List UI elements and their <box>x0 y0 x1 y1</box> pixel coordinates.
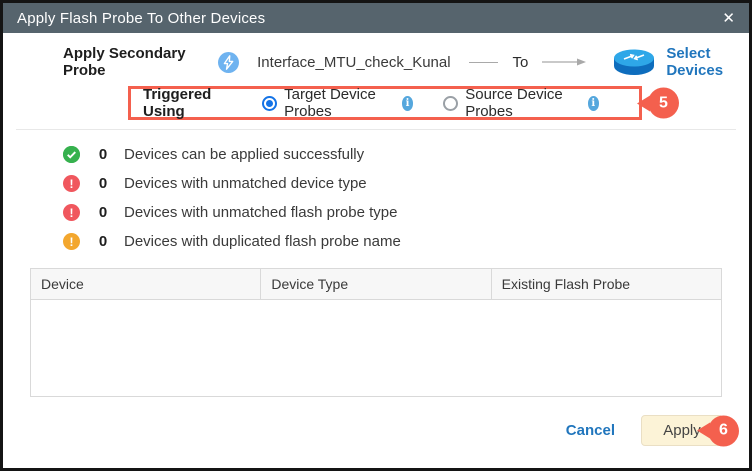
status-row-duplicated-flash-probe-name: ! 0 Devices with duplicated flash probe … <box>63 227 749 256</box>
status-count: 0 <box>98 146 108 163</box>
callout-5-badge: 5 <box>648 87 679 119</box>
radio-label: Source Device Probes <box>465 86 563 120</box>
devices-table-header: Device Device Type Existing Flash Probe <box>31 269 721 300</box>
info-icon[interactable]: i <box>401 95 414 111</box>
cancel-button[interactable]: Cancel <box>566 422 615 439</box>
callout-6-badge: 6 <box>708 415 739 446</box>
success-check-icon <box>63 146 80 163</box>
option-target-device-probes: Target Device Probes i <box>262 86 414 120</box>
info-icon[interactable]: i <box>587 95 599 111</box>
radio-source-device-probes[interactable] <box>443 95 459 111</box>
apply-button-wrap: Apply 6 <box>641 415 739 446</box>
dialog-title: Apply Flash Probe To Other Devices <box>17 9 266 27</box>
to-label: To <box>512 53 529 71</box>
triggered-using-section: Triggered Using Target Device Probes i S… <box>128 86 679 120</box>
status-text: Devices with unmatched flash probe type <box>124 204 398 221</box>
probe-name: Interface_MTU_check_Kunal <box>257 53 451 71</box>
status-text: Devices with duplicated flash probe name <box>124 233 401 250</box>
column-header-device-type: Device Type <box>260 269 490 299</box>
devices-table-body <box>31 300 721 396</box>
dialog-footer: Cancel Apply 6 <box>566 415 739 446</box>
radio-target-device-probes[interactable] <box>262 95 278 111</box>
status-count: 0 <box>98 233 108 250</box>
status-count: 0 <box>98 175 108 192</box>
status-row-success: 0 Devices can be applied successfully <box>63 140 749 169</box>
column-header-device: Device <box>41 276 84 292</box>
section-divider <box>16 129 736 130</box>
status-text: Devices with unmatched device type <box>124 175 367 192</box>
apply-secondary-probe-label: Apply Secondary Probe <box>63 45 186 79</box>
arrow-right-icon <box>542 57 587 67</box>
column-header-existing-flash-probe: Existing Flash Probe <box>490 269 721 299</box>
flash-probe-icon <box>218 51 240 73</box>
status-row-unmatched-device-type: ! 0 Devices with unmatched device type <box>63 169 749 198</box>
error-exclamation-icon: ! <box>63 204 80 221</box>
status-text: Devices can be applied successfully <box>124 146 365 163</box>
apply-flash-probe-dialog: Apply Flash Probe To Other Devices ✕ App… <box>0 0 752 471</box>
status-row-unmatched-flash-probe-type: ! 0 Devices with unmatched flash probe t… <box>63 198 749 227</box>
option-source-device-probes: Source Device Probes i <box>443 86 599 120</box>
select-devices-link[interactable]: Select Devices <box>666 45 749 79</box>
close-icon[interactable]: ✕ <box>722 11 735 26</box>
warning-exclamation-icon: ! <box>63 233 80 250</box>
radio-label: Target Device Probes <box>284 86 376 120</box>
apply-secondary-probe-row: Apply Secondary Probe Interface_MTU_chec… <box>3 44 749 80</box>
error-exclamation-icon: ! <box>63 175 80 192</box>
status-count: 0 <box>98 204 108 221</box>
devices-table: Device Device Type Existing Flash Probe <box>30 268 722 397</box>
status-list: 0 Devices can be applied successfully ! … <box>3 140 749 256</box>
router-device-icon <box>612 48 656 76</box>
dialog-titlebar: Apply Flash Probe To Other Devices ✕ <box>3 3 749 33</box>
connector-line <box>468 61 499 63</box>
triggered-using-label: Triggered Using <box>143 86 212 120</box>
